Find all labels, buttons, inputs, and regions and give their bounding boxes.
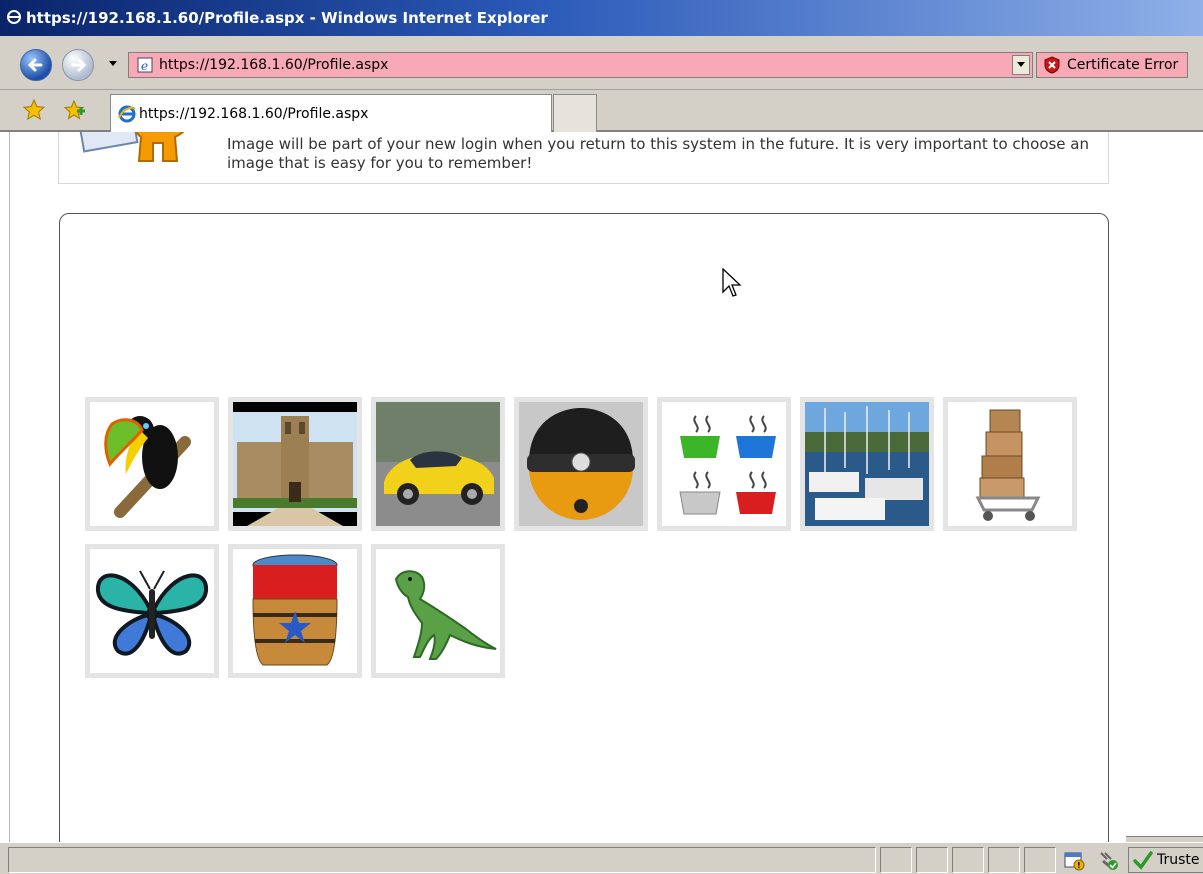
image-option-marina[interactable] <box>800 397 934 531</box>
add-favorites-icon[interactable] <box>62 98 86 122</box>
university-building-image <box>233 402 357 526</box>
image-option-dinosaur[interactable] <box>371 544 505 678</box>
address-url[interactable]: https://192.168.1.60/Profile.aspx <box>159 57 1012 73</box>
chevron-down-icon <box>1017 62 1025 67</box>
chevron-down-icon <box>109 61 117 66</box>
certificate-error-button[interactable]: Certificate Error <box>1036 52 1188 78</box>
image-option-toucan[interactable] <box>85 397 219 531</box>
barrel-image <box>233 549 357 673</box>
page-content: Image will be part of your new login whe… <box>0 132 1203 842</box>
coffee-cups-image <box>662 402 786 526</box>
beanie-emoticon-image <box>519 402 643 526</box>
status-bar: ! Truste <box>0 842 1203 874</box>
image-option-beanie-emoticon[interactable] <box>514 397 648 531</box>
ie-page-icon: e <box>137 57 153 73</box>
tab-label: https://192.168.1.60/Profile.aspx <box>139 105 369 122</box>
status-cell <box>952 847 984 873</box>
ie-logo-icon <box>7 10 21 24</box>
image-option-university[interactable] <box>228 397 362 531</box>
forward-arrow-icon <box>71 58 87 72</box>
address-dropdown-button[interactable] <box>1012 55 1030 75</box>
status-text-area <box>8 847 876 873</box>
marina-boats-image <box>805 402 929 526</box>
forward-button[interactable] <box>62 49 94 81</box>
info-box: Image will be part of your new login whe… <box>58 132 1109 184</box>
image-option-coffee-cups[interactable] <box>657 397 791 531</box>
back-arrow-icon <box>27 58 43 72</box>
error-shield-icon <box>1044 56 1060 74</box>
ie-page-icon <box>118 105 136 122</box>
back-button[interactable] <box>20 49 52 81</box>
status-cell <box>916 847 948 873</box>
tab-profile[interactable]: https://192.168.1.60/Profile.aspx <box>110 94 552 132</box>
mouse-cursor-icon <box>722 268 742 297</box>
new-tab-button[interactable] <box>553 94 597 132</box>
yellow-sports-car-image <box>376 402 500 526</box>
manage-addons-icon[interactable] <box>1097 851 1119 871</box>
svg-text:e: e <box>141 59 148 73</box>
status-cell <box>1024 847 1056 873</box>
address-field[interactable]: e https://192.168.1.60/Profile.aspx <box>128 52 1033 78</box>
image-option-butterfly[interactable] <box>85 544 219 678</box>
recent-pages-dropdown[interactable] <box>106 60 120 72</box>
image-option-boxes-cart[interactable] <box>943 397 1077 531</box>
security-zone-label: Truste <box>1157 852 1200 868</box>
tab-bar: https://192.168.1.60/Profile.aspx <box>0 90 1203 132</box>
window-left-edge <box>0 132 10 874</box>
toucan-image <box>90 402 214 526</box>
certificate-error-label: Certificate Error <box>1067 57 1179 73</box>
mascot-illustration <box>79 132 185 162</box>
checkmark-icon <box>1133 851 1153 870</box>
image-option-barrel[interactable] <box>228 544 362 678</box>
info-text: Image will be part of your new login whe… <box>227 135 1090 172</box>
svg-text:!: ! <box>1077 861 1081 870</box>
status-cell <box>988 847 1020 873</box>
popup-blocker-icon[interactable]: ! <box>1064 851 1086 871</box>
window-title-bar: https://192.168.1.60/Profile.aspx - Wind… <box>0 0 1203 36</box>
image-option-car[interactable] <box>371 397 505 531</box>
status-cell <box>880 847 912 873</box>
window-title: https://192.168.1.60/Profile.aspx - Wind… <box>26 9 548 27</box>
boxes-on-cart-image <box>948 402 1072 526</box>
security-zone-indicator[interactable]: Truste <box>1128 847 1203 873</box>
dinosaur-image <box>376 549 500 673</box>
favorites-star-icon[interactable] <box>22 98 46 122</box>
navigation-bar: e https://192.168.1.60/Profile.aspx Cert… <box>0 36 1203 90</box>
butterfly-image <box>90 549 214 673</box>
